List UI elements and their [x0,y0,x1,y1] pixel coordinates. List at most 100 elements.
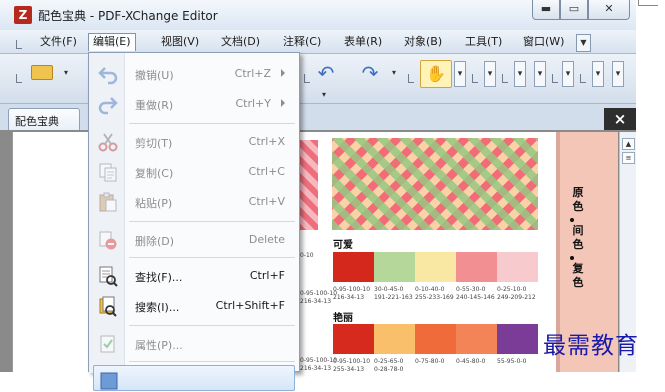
menu-item-undo-shortcut: Ctrl+Z [234,67,271,80]
side-bullet-2 [570,256,574,260]
menubar-grip-icon[interactable] [16,40,22,49]
menu-item-redo-shortcut: Ctrl+Y [235,97,271,110]
palette1-cmyk: 0-10-40-0 [415,286,445,293]
menu-bar: 文件(F) 编辑(E) 视图(V) 文档(D) 注释(C) 表单(R) 对象(B… [0,30,636,54]
toolbar-grip-4-icon[interactable] [472,74,478,83]
document-tab[interactable]: 配色宝典 × [8,108,97,130]
menu-file[interactable]: 文件(F) [40,34,77,52]
menu-item-find-shortcut: Ctrl+F [249,269,285,282]
menu-edit[interactable]: 编辑(E) [88,33,136,51]
palette1-swatch [415,252,456,282]
close-button[interactable]: ✕ [588,0,630,20]
palette1-rgb: 249-209-212 [497,294,536,301]
toolbar-grip-7-icon[interactable] [580,74,586,83]
palette2-cmyk: 0-45-80-0 [456,358,486,365]
menu-form[interactable]: 表单(R) [344,34,382,52]
tool-group-2-caret[interactable]: ▾ [514,61,526,87]
menu-item-find-label: 查找(F)... [135,271,183,284]
close-all-tabs-button[interactable]: × [604,108,636,130]
left-page-area [12,132,90,372]
left-code-rgb: 216-34-13 [300,298,332,305]
left-code-cmyk: 0-95-100-10 [300,290,338,297]
menu-item-search[interactable]: 搜索(I)... Ctrl+Shift+F [89,291,299,321]
search-icon [99,296,117,317]
copy-icon [99,163,117,182]
scroll-thumb[interactable]: ≡ [622,152,635,164]
side-char-3: 间 [572,224,584,237]
menu-item-redo[interactable]: 重做(R) Ctrl+Y [89,89,299,119]
menu-item-copy-shortcut: Ctrl+C [248,165,285,178]
tool-group-1-caret[interactable]: ▾ [484,61,496,87]
menu-object[interactable]: 对象(B) [404,34,442,52]
hand-tool-button[interactable]: ✋ [420,60,452,88]
toolbar-grip-6-icon[interactable] [552,74,558,83]
submenu-arrow-icon [281,99,285,107]
outside-window-edge [638,0,658,6]
scissors-icon [98,133,118,152]
tool-group-6-caret[interactable]: ▾ [612,61,624,87]
menu-window[interactable]: 窗口(W) [523,34,564,52]
open-dropdown-arrow[interactable]: ▾ [64,68,68,77]
palette1-cmyk: 0-95-100-10 [333,286,371,293]
menu-item-properties-label: 属性(P)... [135,339,183,352]
edit-menu-dropdown: 撤销(U) Ctrl+Z 重做(R) Ctrl+Y 剪切(T) Ctrl+X 复… [88,52,300,391]
toolbar-grip-3-icon[interactable] [408,74,414,83]
toolbar-grip-icon[interactable] [16,74,22,83]
menu-separator [129,325,295,326]
open-folder-button[interactable] [28,60,56,86]
menu-separator [129,221,295,222]
menu-item-copy[interactable]: 复制(C) Ctrl+C [89,157,299,187]
preferences-icon [100,372,118,390]
toolbar-grip-2-icon[interactable] [304,74,310,83]
paste-icon [99,192,117,212]
palette2-cmyk: 0-25-65-0 [374,358,404,365]
side-char-4: 色 [572,238,584,251]
scroll-up-button[interactable]: ▲ [622,138,635,150]
menu-item-properties[interactable]: 属性(P)... [89,329,299,359]
menu-item-find[interactable]: 查找(F)... Ctrl+F [89,261,299,291]
menu-item-undo[interactable]: 撤销(U) Ctrl+Z [89,59,299,89]
tool-group-5-caret[interactable]: ▾ [592,61,604,87]
maximize-button[interactable]: ▭ [560,0,588,20]
title-bar: Z 配色宝典 - PDF-XChange Editor ▬ ▭ ✕ [0,0,636,30]
palette1-swatch [333,252,374,282]
app-logo-icon: Z [14,6,32,24]
redo-dropdown-arrow[interactable]: ▾ [392,68,396,77]
palette1-cmyk: 0-25-10-0 [497,286,527,293]
menu-item-copy-label: 复制(C) [135,167,174,180]
menu-item-paste-shortcut: Ctrl+V [248,195,285,208]
menu-item-cut[interactable]: 剪切(T) Ctrl+X [89,127,299,157]
menu-view[interactable]: 视图(V) [161,34,199,52]
palette2-cmyk: 0-75-80-0 [415,358,445,365]
toolbar-grip-5-icon[interactable] [502,74,508,83]
palette2-swatch [497,324,538,354]
undo-icon [98,67,118,85]
delete-icon [99,231,117,250]
minimize-button[interactable]: ▬ [532,0,560,20]
menu-comment[interactable]: 注释(C) [283,34,321,52]
hand-tool-caret[interactable]: ▾ [454,61,466,87]
menu-item-cut-shortcut: Ctrl+X [248,135,285,148]
toolbar-expand-arrow[interactable]: ▾ [322,90,326,99]
palette1-swatch [374,252,415,282]
menu-item-highlighted[interactable] [93,365,295,391]
find-icon [99,266,118,287]
side-char-2: 色 [572,200,584,213]
menu-item-search-shortcut: Ctrl+Shift+F [215,299,285,312]
menu-tools[interactable]: 工具(T) [465,34,502,52]
tool-group-3-caret[interactable]: ▾ [534,61,546,87]
outside-window-area [637,0,665,372]
menu-separator [129,361,295,362]
palette2-rgb: 0-28-78-0 [374,366,404,373]
menu-item-delete-label: 删除(D) [135,235,175,248]
window-title: 配色宝典 - PDF-XChange Editor [38,9,218,23]
toolbar-redo-button[interactable]: ↷ [356,60,384,86]
menu-item-paste[interactable]: 粘贴(P) Ctrl+V [89,187,299,217]
tool-group-4-caret[interactable]: ▾ [562,61,574,87]
section-title-bright: 艳丽 [333,313,353,324]
menubar-overflow-button[interactable]: ▼ [576,34,591,52]
menu-document[interactable]: 文档(D) [221,34,260,52]
toolbar-undo-button[interactable]: ↶ [312,60,340,86]
menu-item-delete[interactable]: 删除(D) Delete [89,225,299,255]
palette1-swatch [456,252,497,282]
